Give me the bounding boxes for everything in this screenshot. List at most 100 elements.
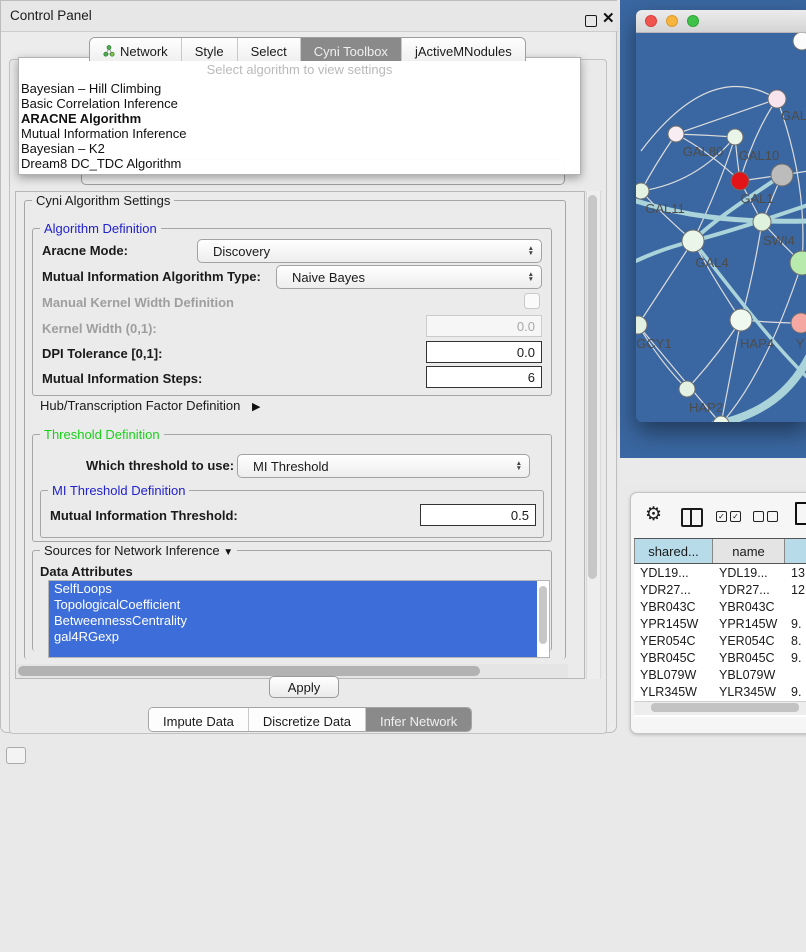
network-node-gal80[interactable]: [668, 126, 684, 142]
close-icon[interactable]: ✕: [602, 9, 615, 27]
network-node-gal10[interactable]: [727, 129, 743, 145]
mi-threshold-value: 0.5: [511, 508, 529, 523]
table-column-header[interactable]: A: [784, 539, 806, 563]
node-table: shared...nameA YDL19...YDL19...13YDR27..…: [634, 538, 806, 717]
table-horizontal-scrollbar-thumb[interactable]: [651, 703, 799, 712]
kernel-width-label: Kernel Width (0,1):: [42, 321, 157, 336]
table-cell: 9.: [786, 685, 806, 699]
sources-collapse-toggle[interactable]: Sources for Network Inference ▼: [40, 543, 237, 558]
tab-network[interactable]: Network: [90, 38, 182, 61]
dropdown-item[interactable]: Bayesian – K2: [19, 141, 580, 156]
attribute-list-item[interactable]: SelfLoops: [49, 581, 537, 597]
split-columns-icon[interactable]: [681, 508, 703, 527]
group-title: Threshold Definition: [40, 427, 164, 442]
network-canvas[interactable]: GALGAL80GAL10GAL1GAL11SWI4GAL4GCY1HAP4YH…: [636, 33, 806, 422]
attribute-list-item[interactable]: [49, 645, 537, 658]
mi-type-select[interactable]: Naive Bayes ▲▼: [276, 265, 542, 289]
network-node-salmon-right[interactable]: [791, 313, 806, 333]
table-row[interactable]: YER054CYER054C8.: [634, 632, 806, 649]
control-panel-titlebar[interactable]: Control Panel ✕: [1, 1, 618, 32]
minimized-panel-icon[interactable]: [6, 747, 26, 764]
attribute-list-item[interactable]: gal4RGexp: [49, 629, 537, 645]
which-threshold-select[interactable]: MI Threshold ▲▼: [237, 454, 530, 478]
data-attributes-list[interactable]: SelfLoopsTopologicalCoefficientBetweenne…: [48, 580, 550, 658]
apply-button[interactable]: Apply: [269, 676, 339, 698]
network-node-gcy1[interactable]: [636, 316, 647, 334]
tab-style[interactable]: Style: [182, 38, 238, 61]
network-node-gray-node[interactable]: [771, 164, 793, 186]
tab-label: Impute Data: [163, 714, 234, 729]
network-node-label: GAL1: [740, 191, 773, 206]
network-node-label: GAL10: [739, 148, 779, 163]
attribute-list-item[interactable]: TopologicalCoefficient: [49, 597, 537, 613]
tab-infer-network[interactable]: Infer Network: [366, 708, 471, 731]
select-all-checks-icon[interactable]: ✓ ✓: [716, 511, 741, 522]
table-cell: 9.: [786, 651, 806, 665]
network-node-gal11[interactable]: [636, 183, 649, 199]
network-node-hap4[interactable]: [730, 309, 752, 331]
mi-steps-value: 6: [528, 370, 535, 385]
table-row[interactable]: YDL19...YDL19...13: [634, 564, 806, 581]
expand-right-icon: ▶: [252, 401, 260, 413]
dropdown-item[interactable]: Bayesian – Hill Climbing: [19, 81, 580, 96]
tab-jactivemnodules[interactable]: jActiveMNodules: [402, 38, 525, 61]
dropdown-item[interactable]: ARACNE Algorithm: [19, 111, 580, 126]
tab-impute-data[interactable]: Impute Data: [149, 708, 249, 731]
network-node-swi4[interactable]: [753, 213, 771, 231]
dropdown-item[interactable]: Dream8 DC_TDC Algorithm: [19, 156, 580, 171]
network-node-big-green-right[interactable]: [790, 251, 806, 275]
group-title: MI Threshold Definition: [48, 483, 189, 498]
table-column-header[interactable]: name: [712, 539, 785, 563]
table-row[interactable]: YBR045CYBR045C9.: [634, 649, 806, 666]
gear-icon[interactable]: ⚙: [645, 503, 662, 526]
hub-definition-expander[interactable]: Hub/Transcription Factor Definition ▶: [40, 398, 260, 413]
bottom-tabstrip: Impute Data Discretize Data Infer Networ…: [148, 707, 472, 732]
new-table-icon[interactable]: [795, 502, 806, 525]
close-window-icon[interactable]: [645, 15, 657, 27]
table-cell: YBR043C: [713, 600, 786, 614]
deselect-all-checks-icon[interactable]: [753, 511, 778, 522]
table-row[interactable]: YPR145WYPR145W9.: [634, 615, 806, 632]
stepper-icon: ▲▼: [516, 461, 522, 471]
mi-threshold-field[interactable]: 0.5: [420, 504, 536, 526]
attribute-list-item[interactable]: BetweennessCentrality: [49, 613, 537, 629]
table-row[interactable]: YDR27...YDR27...12: [634, 581, 806, 598]
group-title: Algorithm Definition: [40, 221, 161, 236]
minimize-window-icon[interactable]: [666, 15, 678, 27]
control-panel-tabstrip: Network Style Select Cyni Toolbox jActiv…: [89, 37, 526, 61]
network-node-partial-top-right[interactable]: [793, 33, 806, 50]
network-node-gal4[interactable]: [682, 230, 704, 252]
dropdown-item[interactable]: Basic Correlation Inference: [19, 96, 580, 111]
table-row[interactable]: YBL079WYBL079W: [634, 666, 806, 683]
mi-steps-field[interactable]: 6: [426, 366, 542, 388]
control-panel-window: Control Panel ✕ Network Style Select Cyn…: [0, 0, 617, 733]
aracne-mode-select[interactable]: Discovery ▲▼: [197, 239, 542, 263]
tab-cyni-toolbox[interactable]: Cyni Toolbox: [301, 38, 402, 61]
table-row[interactable]: YLR345WYLR345W9.: [634, 683, 806, 700]
tab-select[interactable]: Select: [238, 38, 301, 61]
vertical-scrollbar-thumb[interactable]: [588, 195, 597, 579]
table-column-header[interactable]: shared...: [634, 539, 713, 563]
attributes-scrollbar[interactable]: [539, 586, 547, 644]
table-cell: YBR045C: [713, 651, 786, 665]
table-body: YDL19...YDL19...13YDR27...YDR27...12YBR0…: [634, 564, 806, 717]
zoom-window-icon[interactable]: [687, 15, 699, 27]
network-node-gal-pink-top[interactable]: [768, 90, 786, 108]
table-cell: YPR145W: [713, 617, 786, 631]
network-window-titlebar[interactable]: [636, 10, 806, 33]
network-node-gal1[interactable]: [731, 172, 749, 190]
float-window-icon[interactable]: [585, 15, 597, 27]
horizontal-scrollbar-thumb[interactable]: [18, 666, 480, 676]
dropdown-item[interactable]: Mutual Information Inference: [19, 126, 580, 141]
network-node-hap2[interactable]: [679, 381, 695, 397]
table-cell: YBL079W: [713, 668, 786, 682]
tab-discretize-data[interactable]: Discretize Data: [249, 708, 366, 731]
network-node-label: GCY1: [636, 336, 671, 351]
table-cell: YDR27...: [713, 583, 786, 597]
table-row[interactable]: YBR043CYBR043C: [634, 598, 806, 615]
kernel-width-field[interactable]: 0.0: [426, 315, 542, 337]
manual-kernel-checkbox[interactable]: [524, 293, 540, 309]
dropdown-placeholder: Select algorithm to view settings: [19, 62, 580, 78]
dpi-tolerance-field[interactable]: 0.0: [426, 341, 542, 363]
table-cell: YBR043C: [634, 600, 713, 614]
